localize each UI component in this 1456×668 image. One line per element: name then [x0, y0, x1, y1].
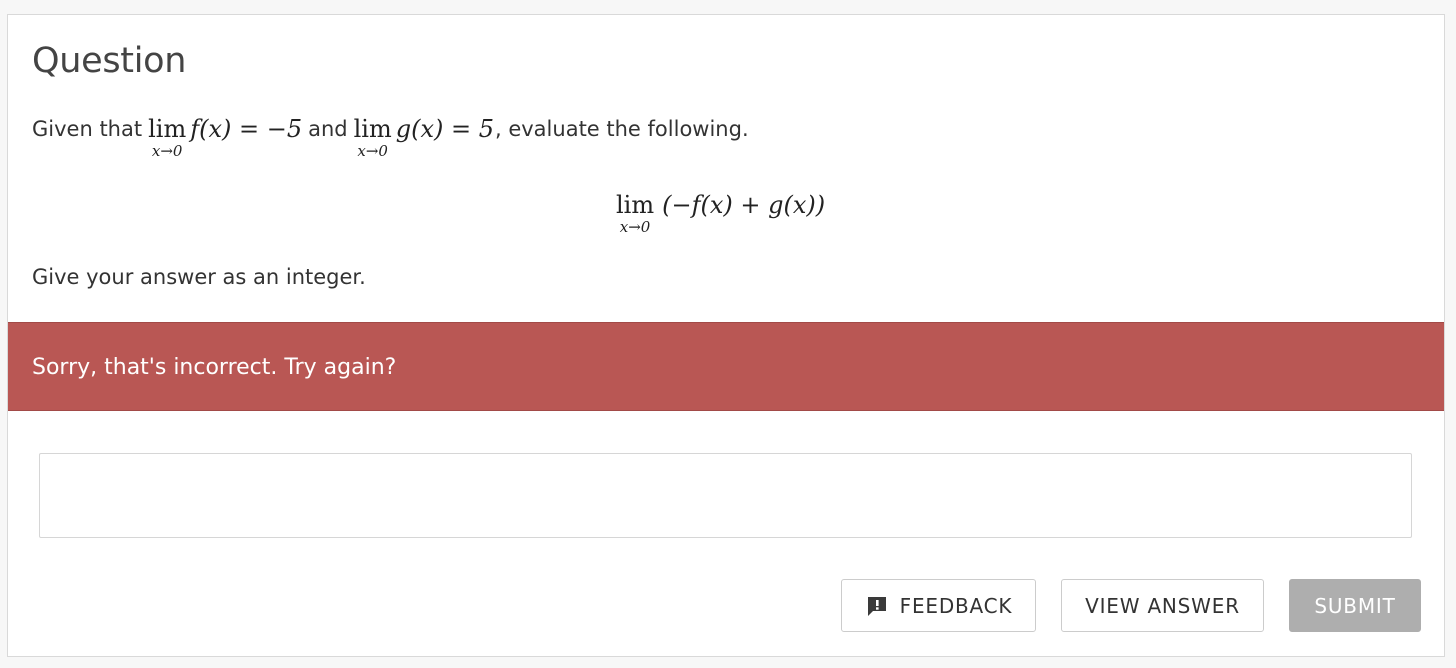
incorrect-alert: Sorry, that's incorrect. Try again? — [8, 322, 1444, 411]
view-answer-label: VIEW ANSWER — [1085, 593, 1240, 618]
submit-button[interactable]: SUBMIT — [1289, 579, 1421, 632]
display-limit-operator: lim x→0 — [616, 191, 654, 235]
feedback-label: FEEDBACK — [899, 593, 1013, 618]
limit-expression-g: g(x) = 5 — [395, 115, 494, 143]
limit-operator-f: lim x→0 — [148, 115, 186, 159]
lim-word: lim — [353, 115, 392, 143]
alert-message: Sorry, that's incorrect. Try again? — [32, 355, 397, 380]
feedback-icon — [867, 596, 886, 616]
limit-operator-g: lim x→0 — [354, 115, 392, 159]
lim-word: lim — [616, 191, 655, 219]
view-answer-button[interactable]: VIEW ANSWER — [1061, 579, 1264, 632]
display-limit-expression: (−f(x) + g(x)) — [662, 191, 826, 219]
question-section: Question Given that lim x→0 f(x) = −5 an… — [8, 15, 1444, 322]
lim-subscript: x→0 — [357, 142, 388, 160]
limit-expression-f: f(x) = −5 — [190, 115, 303, 143]
lim-word: lim — [148, 115, 187, 143]
answer-instruction: Give your answer as an integer. — [32, 265, 366, 289]
display-limit: lim x→0 (−f(x) + g(x)) — [616, 191, 825, 235]
question-prompt: Given that lim x→0 f(x) = −5 and lim x→0… — [32, 115, 749, 159]
answer-input[interactable] — [39, 453, 1412, 538]
lim-subscript: x→0 — [151, 142, 183, 160]
prompt-conjunction: and — [308, 117, 348, 141]
question-card: Question Given that lim x→0 f(x) = −5 an… — [7, 14, 1445, 657]
feedback-button[interactable]: FEEDBACK — [841, 579, 1036, 632]
page-title: Question — [32, 41, 187, 81]
prompt-suffix: , evaluate the following. — [494, 117, 749, 141]
submit-label: SUBMIT — [1314, 593, 1396, 618]
lim-subscript: x→0 — [619, 218, 651, 236]
prompt-prefix: Given that — [32, 117, 143, 141]
